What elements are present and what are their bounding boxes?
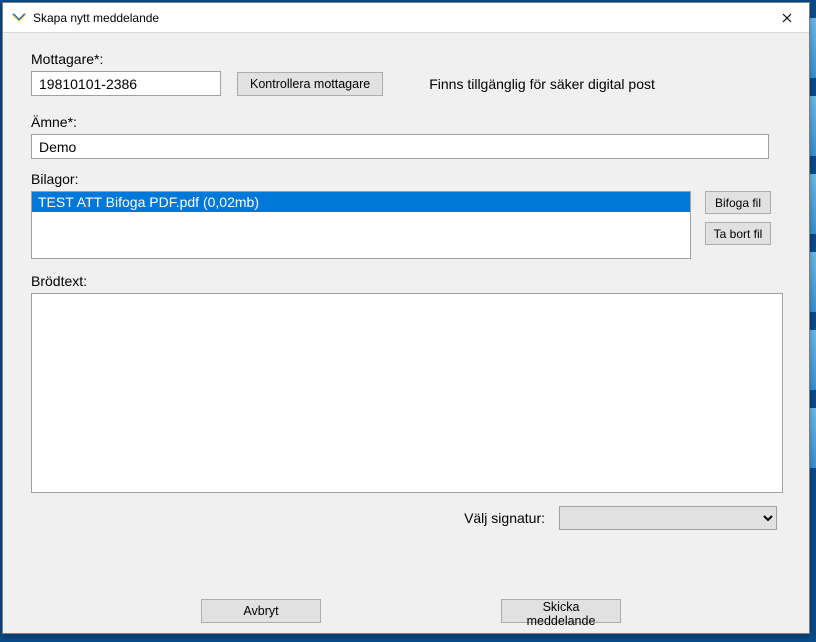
attachment-item[interactable]: TEST ATT Bifoga PDF.pdf (0,02mb) [32,192,690,212]
attachments-section: Bilagor: TEST ATT Bifoga PDF.pdf (0,02mb… [31,171,781,259]
subject-label: Ämne*: [31,114,781,130]
attach-file-button[interactable]: Bifoga fil [705,191,771,214]
subject-section: Ämne*: [31,114,781,159]
attachments-list[interactable]: TEST ATT Bifoga PDF.pdf (0,02mb) [31,191,691,259]
remove-file-button[interactable]: Ta bort fil [705,222,771,245]
footer: Avbryt Skicka meddelande [3,595,809,633]
signature-label: Välj signatur: [464,510,545,526]
recipient-status: Finns tillgänglig för säker digital post [429,76,655,92]
recipient-row: Kontrollera mottagare Finns tillgänglig … [31,71,781,96]
check-recipient-button[interactable]: Kontrollera mottagare [237,72,383,96]
close-button[interactable] [764,3,809,33]
recipient-input[interactable] [31,71,221,96]
send-button[interactable]: Skicka meddelande [501,599,621,623]
subject-input[interactable] [31,134,769,159]
body-textarea[interactable] [31,293,783,493]
app-icon [11,10,27,26]
window-title: Skapa nytt meddelande [33,11,159,25]
body-section: Brödtext: [31,273,781,496]
signature-select[interactable] [559,506,777,530]
content-area: Mottagare*: Kontrollera mottagare Finns … [3,33,809,595]
signature-row: Välj signatur: [31,506,781,530]
cancel-button[interactable]: Avbryt [201,599,321,623]
close-icon [782,13,792,23]
compose-window: Skapa nytt meddelande Mottagare*: Kontro… [2,2,810,634]
body-label: Brödtext: [31,273,781,289]
recipient-label: Mottagare*: [31,51,781,67]
attachments-label: Bilagor: [31,171,781,187]
attachment-buttons: Bifoga fil Ta bort fil [705,191,771,245]
titlebar: Skapa nytt meddelande [3,3,809,33]
